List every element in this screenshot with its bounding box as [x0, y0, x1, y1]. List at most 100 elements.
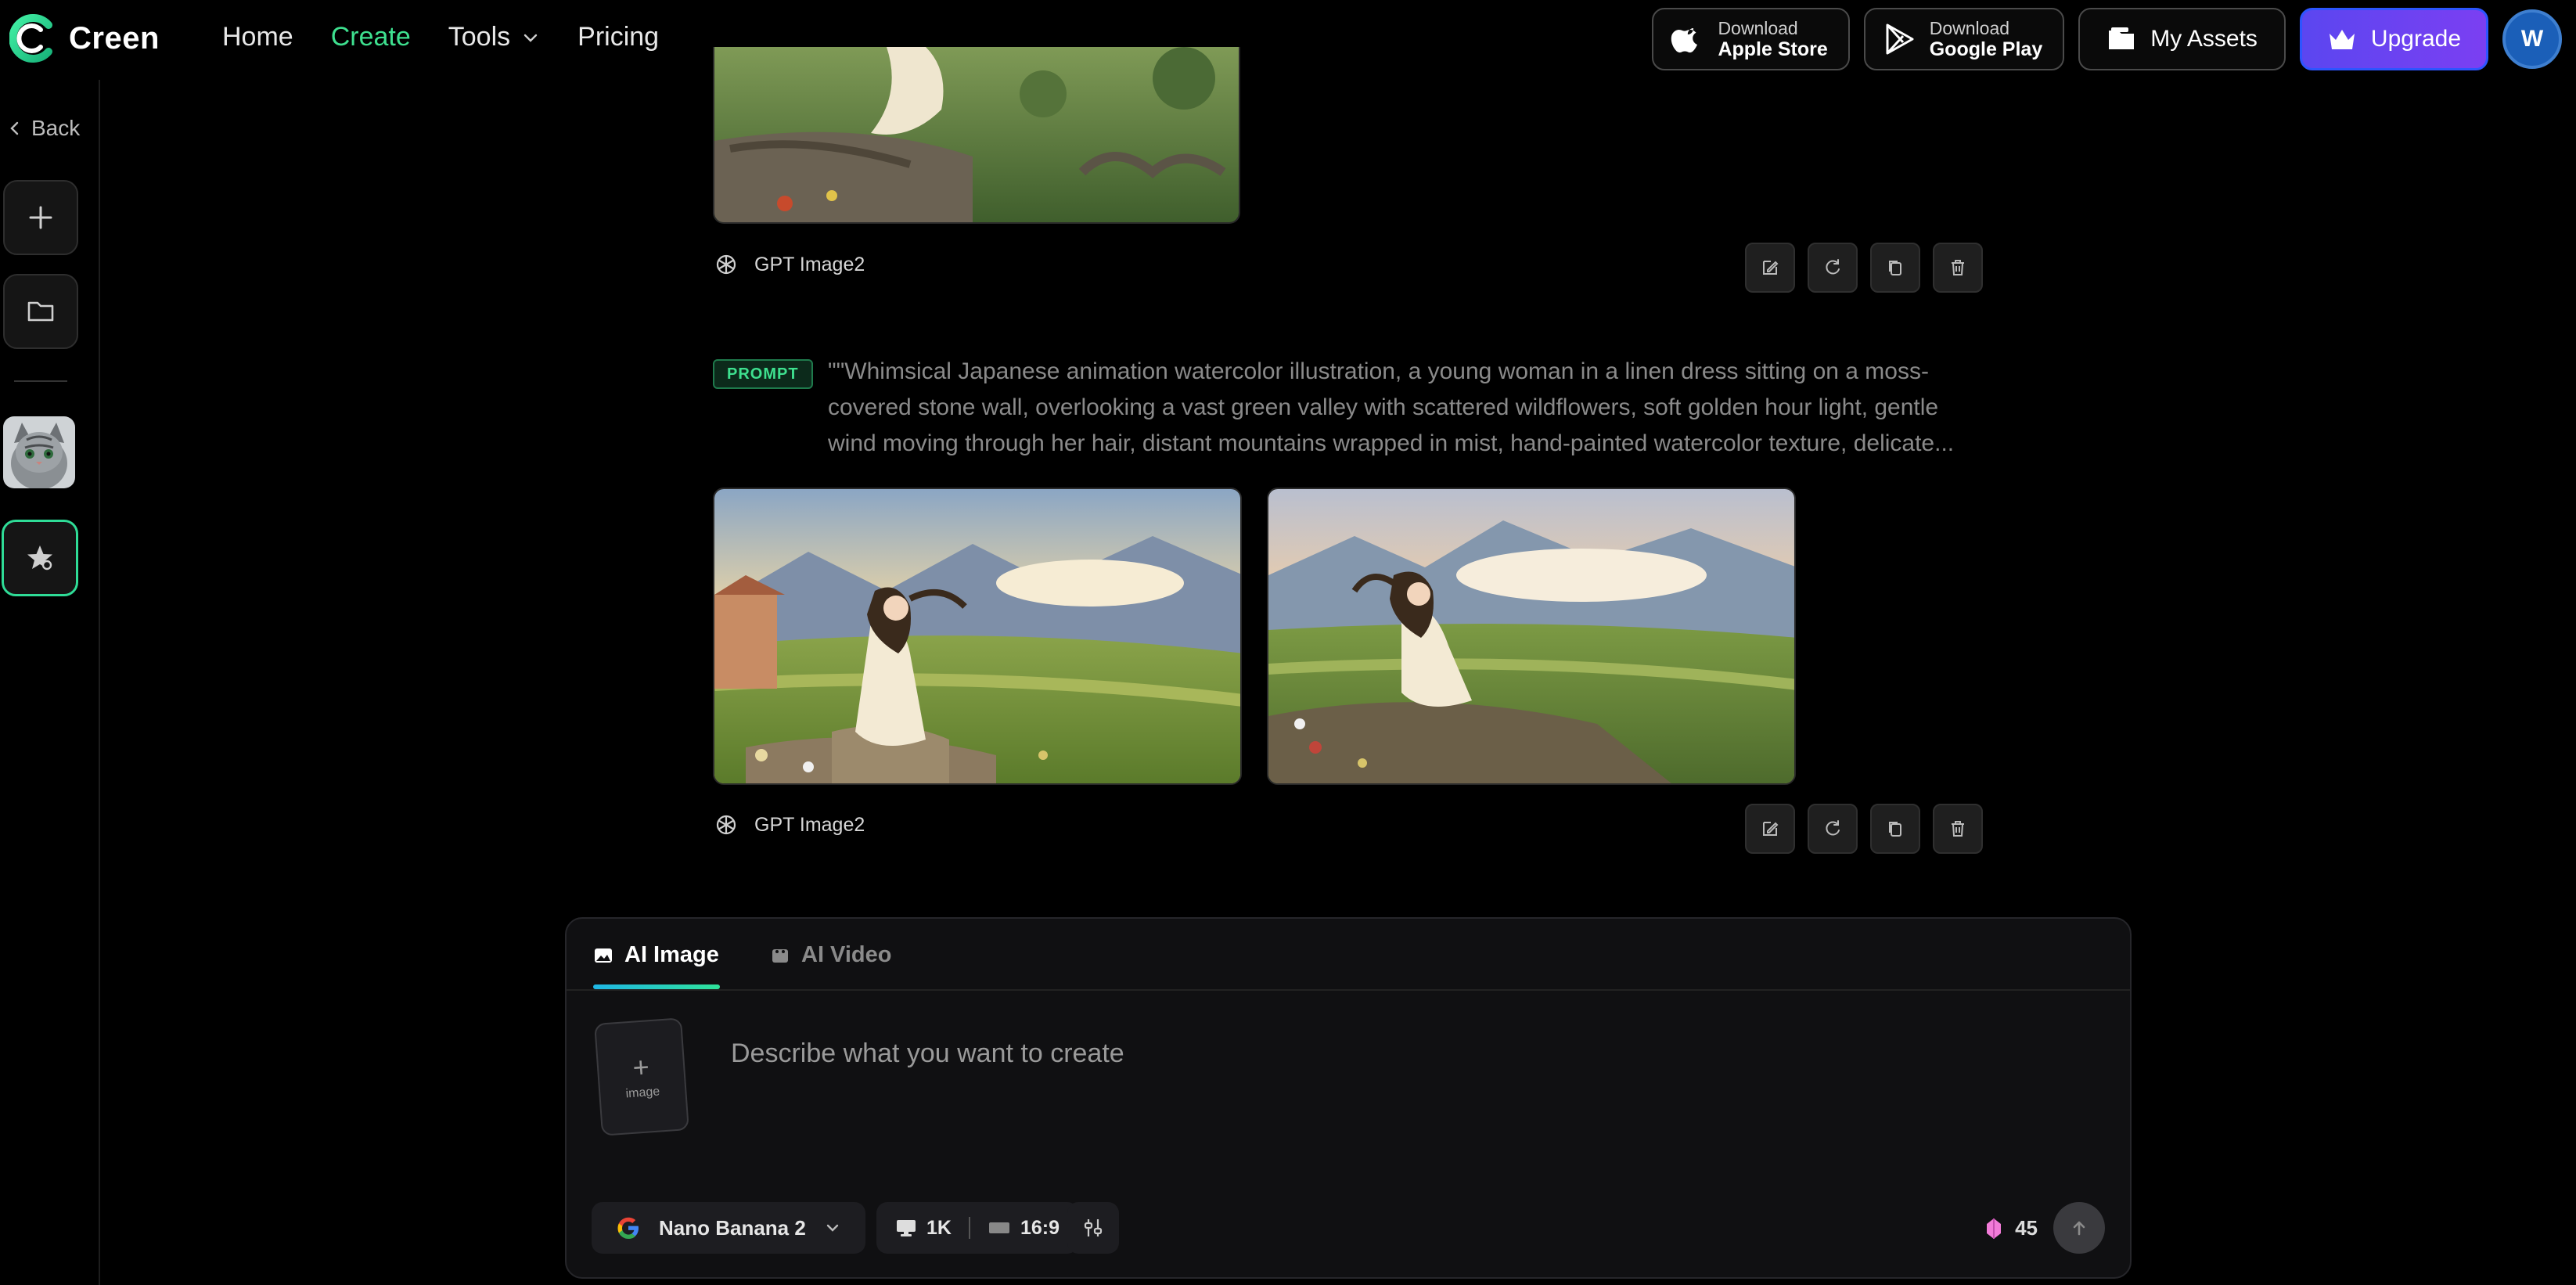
model-selector[interactable]: Nano Banana 2 — [592, 1202, 865, 1254]
nav-tools[interactable]: Tools — [448, 22, 540, 52]
model-selector-label: Nano Banana 2 — [659, 1215, 806, 1240]
my-assets-label: My Assets — [2150, 26, 2258, 52]
tune-icon — [1084, 1219, 1103, 1236]
nav-actions: Download Apple Store Download Google Pla… — [1652, 8, 2562, 70]
google-play-button[interactable]: Download Google Play — [1863, 8, 2065, 70]
brand-name: Creen — [69, 20, 160, 56]
top-navigation: Creen Home Create Tools Pricing Download… — [0, 0, 2576, 80]
edit-icon — [1763, 261, 1779, 275]
main-nav: Home Create Tools Pricing — [222, 22, 696, 52]
model-name: GPT Image2 — [754, 253, 865, 275]
image-actions — [1745, 804, 1983, 854]
chevron-left-icon — [10, 121, 19, 135]
openai-icon — [716, 254, 736, 275]
resolution-aspect-selector[interactable]: 1K 16:9 — [876, 1202, 1079, 1254]
logo-mark — [9, 14, 52, 63]
refresh-icon — [1826, 820, 1840, 836]
settings-button[interactable] — [1067, 1202, 1119, 1254]
apple-store-big: Apple Store — [1718, 38, 1828, 60]
generated-image[interactable] — [713, 488, 1242, 785]
nav-tools-label: Tools — [448, 22, 511, 52]
trash-icon — [1952, 260, 1964, 275]
star-icon — [27, 545, 52, 571]
brand-logo[interactable]: Creen — [9, 14, 160, 63]
model-info: GPT Image2 — [714, 812, 865, 837]
tab-ai-video-label: AI Video — [801, 942, 892, 967]
active-tab-indicator — [593, 984, 720, 989]
model-name: GPT Image2 — [754, 813, 865, 836]
upgrade-button[interactable]: Upgrade — [2299, 8, 2488, 70]
generated-image[interactable] — [713, 47, 1240, 224]
nav-create[interactable]: Create — [331, 22, 411, 52]
tab-ai-image[interactable]: AI Image — [593, 942, 719, 968]
plus-icon: + — [631, 1050, 651, 1084]
trash-icon — [1952, 821, 1964, 837]
cat-image — [3, 416, 75, 488]
tab-ai-video[interactable]: AI Video — [770, 942, 892, 968]
watercolor-image — [714, 47, 1239, 222]
folder-icon — [2109, 27, 2135, 49]
edit-button[interactable] — [1745, 243, 1795, 293]
my-assets-button[interactable]: My Assets — [2078, 8, 2286, 70]
chevron-down-icon — [523, 34, 538, 42]
nav-home[interactable]: Home — [222, 22, 293, 52]
edit-button[interactable] — [1745, 804, 1795, 854]
delete-button[interactable] — [1933, 804, 1983, 854]
google-play-small: Download — [1929, 18, 2010, 38]
regenerate-button[interactable] — [1808, 804, 1858, 854]
sidebar-divider — [14, 380, 67, 382]
monitor-icon — [897, 1220, 916, 1236]
copy-icon — [1889, 822, 1901, 837]
nav-pricing[interactable]: Pricing — [577, 22, 659, 52]
back-label: Back — [31, 116, 81, 140]
aspect-ratio-icon — [988, 1222, 1009, 1233]
google-play-big: Google Play — [1929, 38, 2043, 60]
image-icon — [595, 948, 612, 963]
credits-display: 45 — [1985, 1216, 2038, 1240]
google-icon — [617, 1217, 639, 1239]
apple-store-text: Download Apple Store — [1718, 18, 1827, 60]
edit-icon — [1763, 822, 1779, 836]
credits-count: 45 — [2015, 1216, 2038, 1240]
plus-icon — [29, 206, 52, 229]
back-link[interactable]: Back — [8, 116, 80, 141]
copy-button[interactable] — [1870, 243, 1920, 293]
active-project-button[interactable] — [2, 520, 78, 596]
generated-image[interactable] — [1267, 488, 1796, 785]
cat-thumbnail[interactable] — [3, 416, 75, 488]
tab-ai-image-label: AI Image — [624, 942, 719, 967]
new-project-button[interactable] — [3, 180, 78, 255]
folder-button[interactable] — [3, 274, 78, 349]
regenerate-button[interactable] — [1808, 243, 1858, 293]
aspect-label: 16:9 — [1020, 1216, 1060, 1239]
apple-store-button[interactable]: Download Apple Store — [1652, 8, 1850, 70]
chevron-down-icon — [826, 1224, 839, 1232]
image-upload-button[interactable]: + image — [594, 1017, 689, 1136]
crown-icon — [2329, 30, 2355, 49]
composer-panel: AI Image AI Video + image Nano Banana 2 … — [565, 917, 2132, 1279]
google-play-icon — [1886, 23, 1914, 55]
upgrade-label: Upgrade — [2370, 26, 2461, 52]
copy-button[interactable] — [1870, 804, 1920, 854]
prompt-text[interactable]: ""Whimsical Japanese animation watercolo… — [828, 354, 1963, 462]
refresh-icon — [1826, 259, 1840, 275]
model-info: GPT Image2 — [714, 252, 865, 277]
apple-icon — [1671, 28, 1698, 53]
delete-button[interactable] — [1933, 243, 1983, 293]
openai-icon — [716, 815, 736, 835]
prompt-input[interactable] — [731, 1030, 2061, 1077]
video-icon — [772, 948, 788, 963]
watercolor-image — [714, 489, 1240, 783]
resolution-label: 1K — [926, 1216, 952, 1239]
prompt-badge: PROMPT — [713, 359, 813, 389]
image-actions — [1745, 243, 1983, 293]
watercolor-image — [1268, 489, 1794, 783]
upload-label: image — [625, 1085, 660, 1101]
copy-icon — [1889, 261, 1901, 275]
send-button[interactable] — [2053, 1202, 2105, 1254]
apple-store-small: Download — [1718, 18, 1798, 38]
folder-icon — [27, 301, 54, 322]
arrow-up-icon — [2073, 1221, 2085, 1236]
user-avatar[interactable]: W — [2502, 9, 2562, 69]
composer-tabs: AI Image AI Video — [567, 919, 2130, 991]
